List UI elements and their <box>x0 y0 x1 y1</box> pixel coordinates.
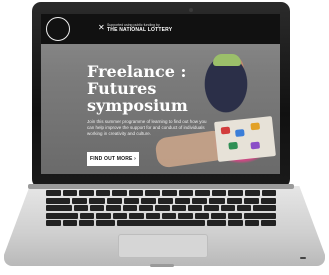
key <box>244 212 276 219</box>
key <box>243 197 259 204</box>
key <box>211 212 226 219</box>
key <box>112 212 128 219</box>
lottery-funding-badge: Supported using public funding by THE NA… <box>107 23 172 33</box>
key <box>157 197 174 204</box>
key <box>46 205 72 211</box>
laptop-hinge <box>28 184 294 189</box>
key <box>162 190 177 196</box>
key <box>145 190 161 196</box>
key <box>211 190 227 196</box>
key <box>123 197 139 204</box>
key <box>260 197 276 204</box>
arts-council-logo[interactable] <box>46 17 70 41</box>
keyboard-row <box>46 220 276 226</box>
key <box>236 205 252 211</box>
keyboard-row <box>46 205 277 211</box>
sticker <box>220 126 231 135</box>
key <box>192 197 208 204</box>
key <box>194 212 210 219</box>
key <box>187 205 203 211</box>
key <box>226 197 242 204</box>
key <box>117 220 205 226</box>
key <box>244 190 260 196</box>
sticker <box>250 141 261 150</box>
keyboard-row <box>46 190 277 196</box>
laptop-screen: ✕ Supported using public funding by THE … <box>41 14 280 174</box>
lid-notch <box>150 264 174 267</box>
key <box>204 205 219 211</box>
laptop-illustration: ✕ Supported using public funding by THE … <box>0 0 329 275</box>
key <box>112 190 127 196</box>
key <box>96 212 111 219</box>
sleep-indicator <box>300 257 306 259</box>
key <box>140 197 156 204</box>
lottery-cross-icon: ✕ <box>98 23 105 32</box>
key <box>95 190 111 196</box>
hero-description: Join this summer programme of learning t… <box>87 119 207 136</box>
key <box>79 212 95 219</box>
sticker <box>250 122 261 131</box>
key <box>122 205 137 211</box>
key <box>79 220 94 226</box>
key <box>178 212 193 219</box>
key <box>46 220 61 226</box>
find-out-more-button[interactable]: FIND OUT MORE › <box>87 152 139 166</box>
key <box>90 205 105 211</box>
keyboard-row <box>46 197 276 204</box>
key <box>62 190 78 196</box>
key <box>175 197 191 204</box>
key <box>46 190 61 196</box>
hero-photo-laptop <box>214 116 276 162</box>
key <box>155 205 170 211</box>
key <box>161 212 177 219</box>
key <box>106 197 122 204</box>
key <box>46 197 71 204</box>
key <box>228 220 243 226</box>
keyboard <box>46 190 277 230</box>
key <box>79 190 94 196</box>
key <box>171 205 186 211</box>
key <box>139 205 154 211</box>
key <box>261 220 276 226</box>
key <box>206 220 227 226</box>
key <box>128 190 144 196</box>
keyboard-row <box>46 212 276 219</box>
key <box>209 197 225 204</box>
key <box>261 190 277 196</box>
site-header: ✕ Supported using public funding by THE … <box>41 14 280 44</box>
key <box>253 205 277 211</box>
webcam <box>189 8 193 12</box>
hero-photo-hat <box>213 54 241 66</box>
key <box>95 220 116 226</box>
key <box>244 220 260 226</box>
key <box>220 205 235 211</box>
key <box>72 197 88 204</box>
hero-title: Freelance : Futures symposium <box>87 62 188 115</box>
key <box>178 190 194 196</box>
funding-name: THE NATIONAL LOTTERY <box>107 27 173 33</box>
key <box>129 212 144 219</box>
sticker <box>228 141 238 150</box>
trackpad <box>118 234 208 258</box>
key <box>62 220 78 226</box>
key <box>46 212 78 219</box>
key <box>106 205 121 211</box>
key <box>145 212 160 219</box>
key <box>89 197 105 204</box>
key <box>195 190 210 196</box>
carousel-dots <box>87 171 102 174</box>
sticker <box>235 129 245 137</box>
key <box>227 212 243 219</box>
key <box>228 190 243 196</box>
key <box>73 205 89 211</box>
